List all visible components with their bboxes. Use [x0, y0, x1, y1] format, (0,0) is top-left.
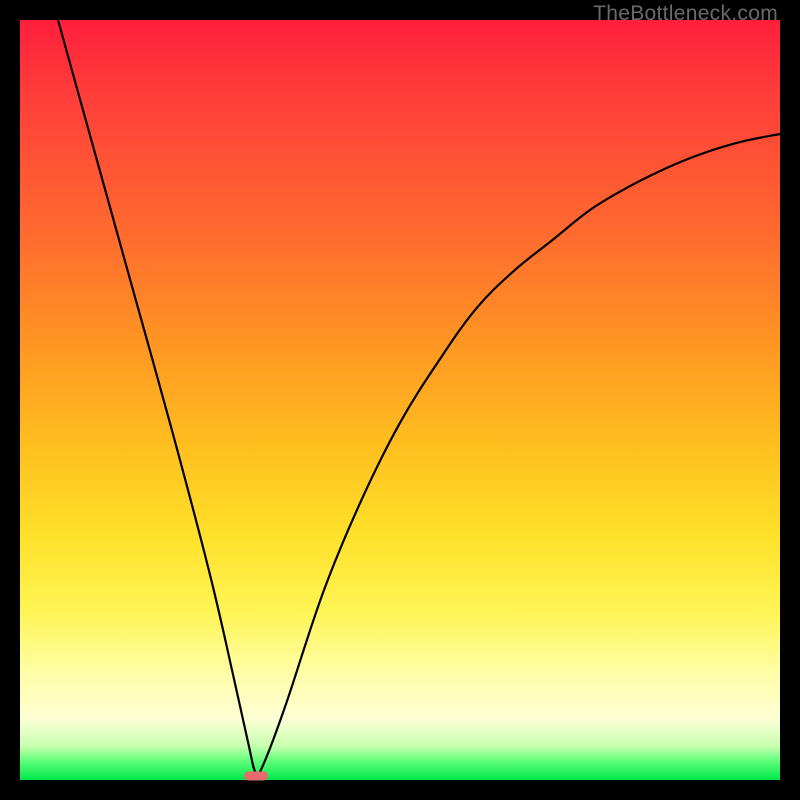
plot-area: [20, 20, 780, 780]
bottleneck-curve: [20, 20, 780, 780]
chart-frame: TheBottleneck.com: [0, 0, 800, 800]
optimal-point-marker: [244, 772, 268, 781]
